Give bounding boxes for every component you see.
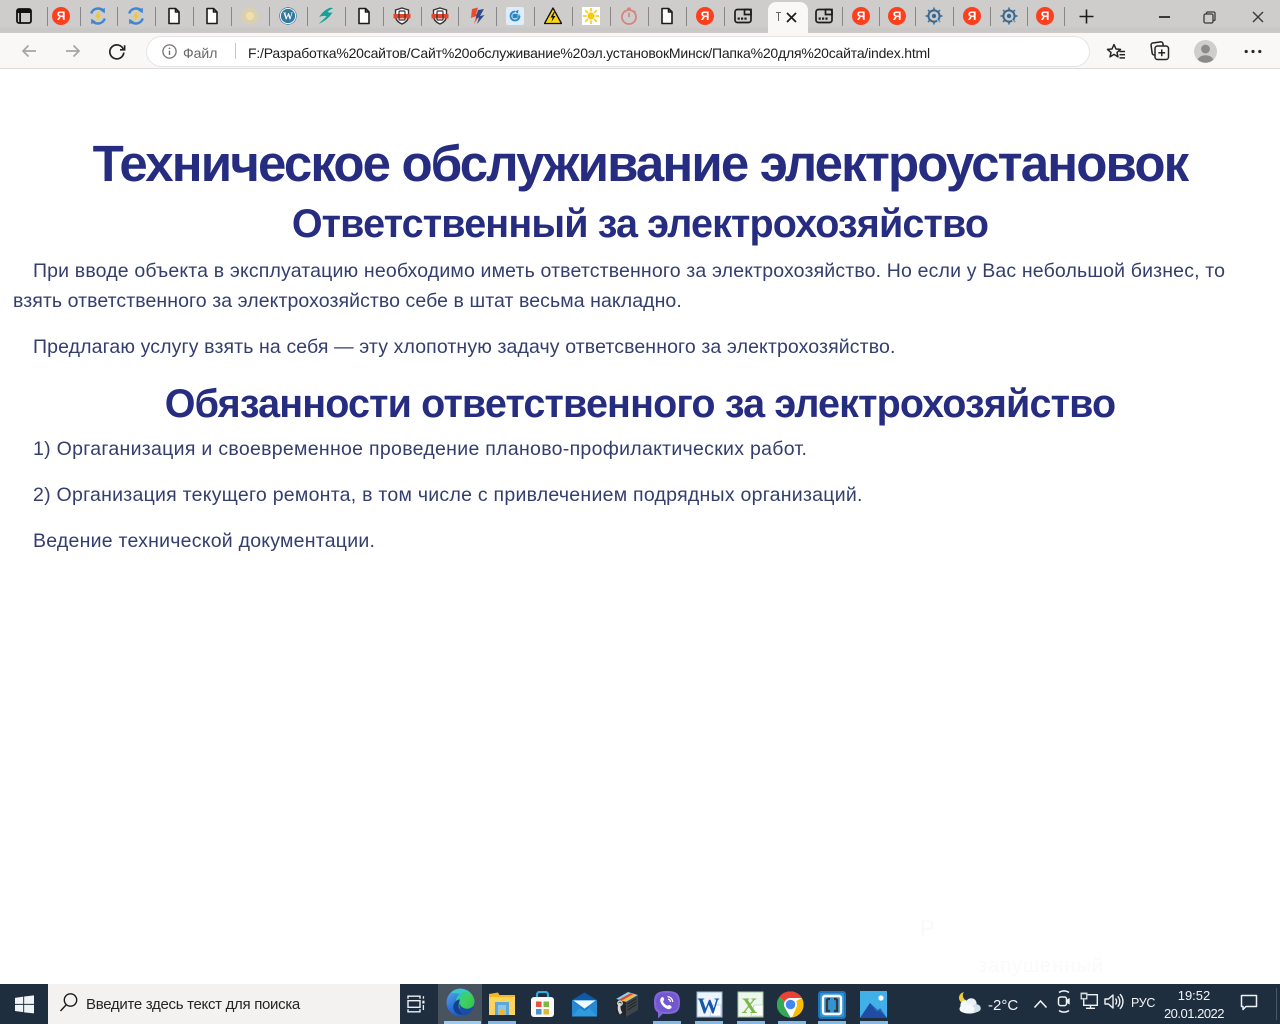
svg-text:W: W bbox=[698, 993, 720, 1018]
svg-text:X: X bbox=[742, 993, 758, 1018]
